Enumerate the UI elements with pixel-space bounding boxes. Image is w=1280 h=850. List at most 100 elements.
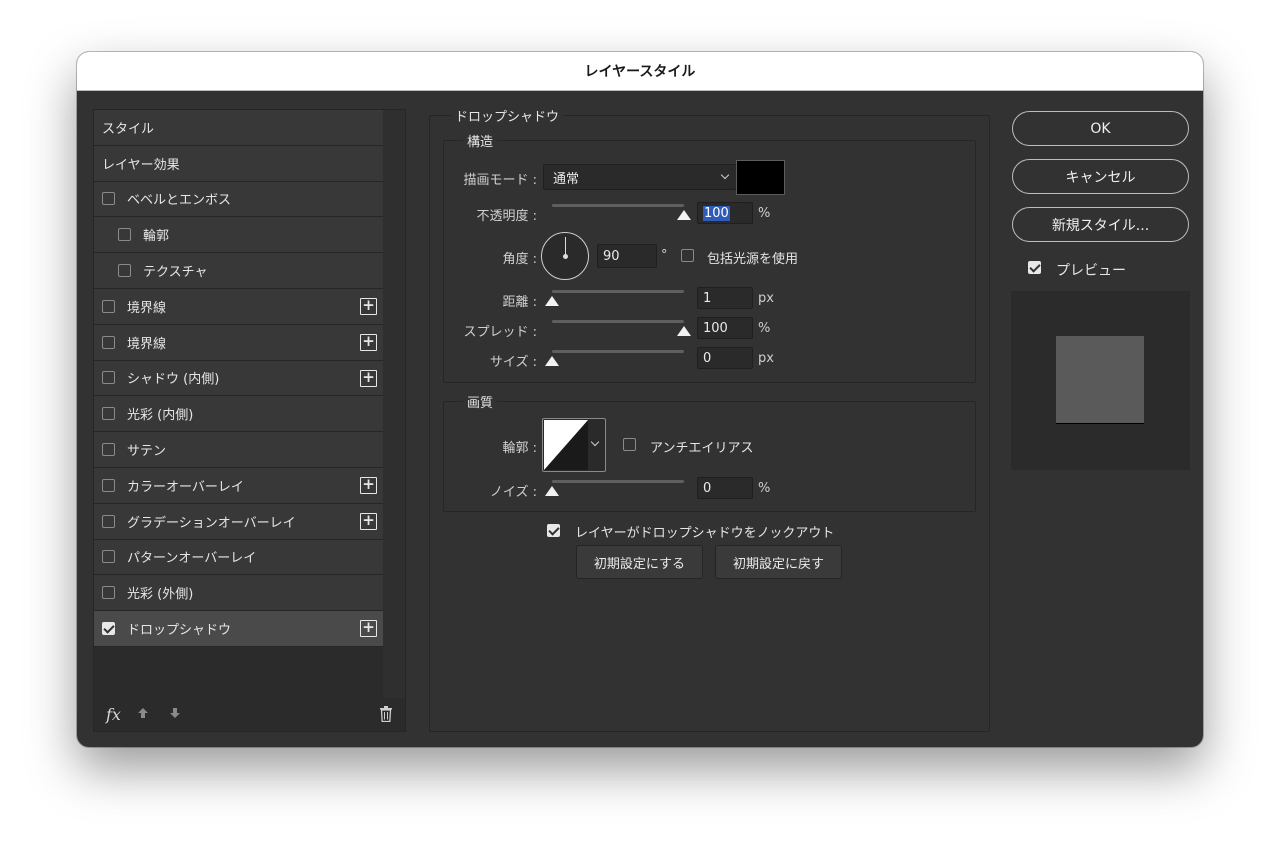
opacity-unit: % [758, 206, 771, 221]
style-list-item[interactable]: レイヤー効果 [94, 145, 383, 182]
add-effect-icon[interactable]: + [360, 512, 377, 530]
reset-default-button[interactable]: 初期設定に戻す [715, 545, 842, 579]
opacity-slider-track[interactable] [552, 204, 684, 207]
style-item-checkbox[interactable] [102, 478, 115, 492]
ok-button[interactable]: OK [1012, 111, 1189, 146]
style-item-label: パターンオーバーレイ [127, 551, 257, 567]
style-item-checkbox[interactable] [102, 443, 115, 457]
style-item-checkbox[interactable] [102, 407, 115, 421]
opacity-input[interactable]: 100 [697, 202, 753, 224]
style-list-item[interactable]: グラデーションオーバーレイ + [94, 503, 383, 540]
spread-unit: % [758, 321, 771, 336]
angle-unit: ° [661, 248, 668, 263]
style-item-label: サテン [127, 444, 167, 460]
size-slider-track[interactable] [552, 350, 684, 353]
style-list-item[interactable]: 輪郭 [94, 217, 383, 254]
style-item-label: ベベルとエンボス [127, 193, 232, 209]
style-item-label: グラデーションオーバーレイ [127, 515, 296, 531]
size-input[interactable]: 0 [697, 347, 753, 369]
distance-slider-track[interactable] [552, 290, 684, 293]
distance-value: 1 [703, 290, 712, 306]
spread-slider-thumb[interactable] [677, 326, 691, 336]
style-item-label: 輪郭 [143, 229, 170, 245]
size-value: 0 [703, 350, 712, 366]
knockout-label: レイヤーがドロップシャドウをノックアウト [575, 526, 835, 541]
opacity-label: 不透明度 : [476, 209, 537, 224]
style-item-checkbox[interactable] [102, 586, 115, 600]
new-style-button[interactable]: 新規スタイル... [1012, 207, 1189, 242]
styles-list-footer: fx [94, 698, 405, 731]
style-item-label: 境界線 [127, 336, 167, 352]
antialias-checkbox[interactable] [623, 438, 636, 451]
size-slider-thumb[interactable] [545, 356, 559, 366]
add-effect-icon[interactable]: + [360, 369, 377, 387]
spread-input[interactable]: 100 [697, 317, 753, 339]
style-item-checkbox[interactable] [102, 371, 115, 385]
styles-list-scrollbar[interactable] [383, 110, 405, 698]
knockout-checkbox[interactable] [547, 524, 560, 537]
shadow-color-swatch[interactable] [736, 160, 785, 195]
angle-input[interactable]: 90 [597, 244, 657, 268]
arrow-down-icon[interactable] [169, 707, 181, 722]
style-list-item[interactable]: スタイル [94, 110, 383, 146]
style-item-checkbox[interactable] [118, 228, 131, 242]
style-list-item[interactable]: パターンオーバーレイ [94, 539, 383, 576]
preview-checkbox[interactable] [1028, 261, 1041, 274]
cancel-button[interactable]: キャンセル [1012, 159, 1189, 194]
spread-value: 100 [703, 320, 728, 336]
arrow-up-icon[interactable] [137, 707, 149, 722]
quality-title: 画質 [463, 392, 498, 411]
style-list-item[interactable]: サテン [94, 432, 383, 468]
noise-slider-track[interactable] [552, 480, 684, 483]
style-list-item[interactable]: 境界線 + [94, 288, 383, 325]
spread-slider-track[interactable] [552, 320, 684, 323]
blend-mode-select[interactable]: 通常 [543, 164, 737, 190]
preview-label: プレビュー [1056, 263, 1126, 279]
style-list-item[interactable]: 境界線 + [94, 324, 383, 361]
layer-style-dialog: レイヤースタイル スタイル レイヤー効果 ベベルとエンボス 輪郭 テクスチャ 境界線 + 境界… [77, 52, 1203, 747]
dialog-title: レイヤースタイル [77, 52, 1203, 91]
style-list-item[interactable]: カラーオーバーレイ + [94, 467, 383, 504]
contour-graph [544, 420, 588, 470]
style-preview [1011, 291, 1190, 470]
add-effect-icon[interactable]: + [360, 333, 377, 351]
distance-slider-thumb[interactable] [545, 296, 559, 306]
noise-slider-thumb[interactable] [545, 486, 559, 496]
trash-icon[interactable] [379, 706, 393, 723]
style-list-item[interactable]: テクスチャ [94, 253, 383, 289]
noise-input[interactable]: 0 [697, 477, 753, 499]
noise-value: 0 [703, 480, 712, 496]
global-light-checkbox[interactable] [681, 249, 694, 262]
noise-unit: % [758, 481, 771, 496]
style-item-checkbox[interactable] [102, 622, 115, 636]
style-list-item[interactable]: ドロップシャドウ + [94, 611, 383, 647]
make-default-button[interactable]: 初期設定にする [576, 545, 703, 579]
style-list-item[interactable]: ベベルとエンボス [94, 181, 383, 218]
style-list-item[interactable]: 光彩 (外側) [94, 575, 383, 612]
angle-value: 90 [603, 248, 620, 264]
angle-dial[interactable] [541, 232, 589, 280]
size-unit: px [758, 351, 774, 366]
style-list-item[interactable]: 光彩 (内側) [94, 396, 383, 433]
preview-swatch [1056, 336, 1144, 424]
style-item-label: シャドウ (内側) [127, 372, 220, 388]
add-effect-icon[interactable]: + [360, 620, 377, 638]
antialias-label: アンチエイリアス [650, 441, 754, 456]
distance-unit: px [758, 291, 774, 306]
style-item-checkbox[interactable] [118, 264, 131, 278]
style-list-item[interactable]: シャドウ (内側) + [94, 360, 383, 397]
style-item-checkbox[interactable] [102, 192, 115, 206]
chevron-down-icon [720, 170, 730, 180]
fx-menu-button[interactable]: fx [106, 705, 121, 724]
contour-picker[interactable] [542, 418, 606, 472]
blend-mode-label: 描画モード : [463, 173, 537, 188]
style-item-checkbox[interactable] [102, 550, 115, 564]
distance-input[interactable]: 1 [697, 287, 753, 309]
opacity-slider-thumb[interactable] [677, 210, 691, 220]
add-effect-icon[interactable]: + [360, 297, 377, 315]
blend-mode-value: 通常 [553, 171, 580, 187]
style-item-checkbox[interactable] [102, 335, 115, 349]
style-item-checkbox[interactable] [102, 514, 115, 528]
style-item-checkbox[interactable] [102, 299, 115, 313]
add-effect-icon[interactable]: + [360, 476, 377, 494]
